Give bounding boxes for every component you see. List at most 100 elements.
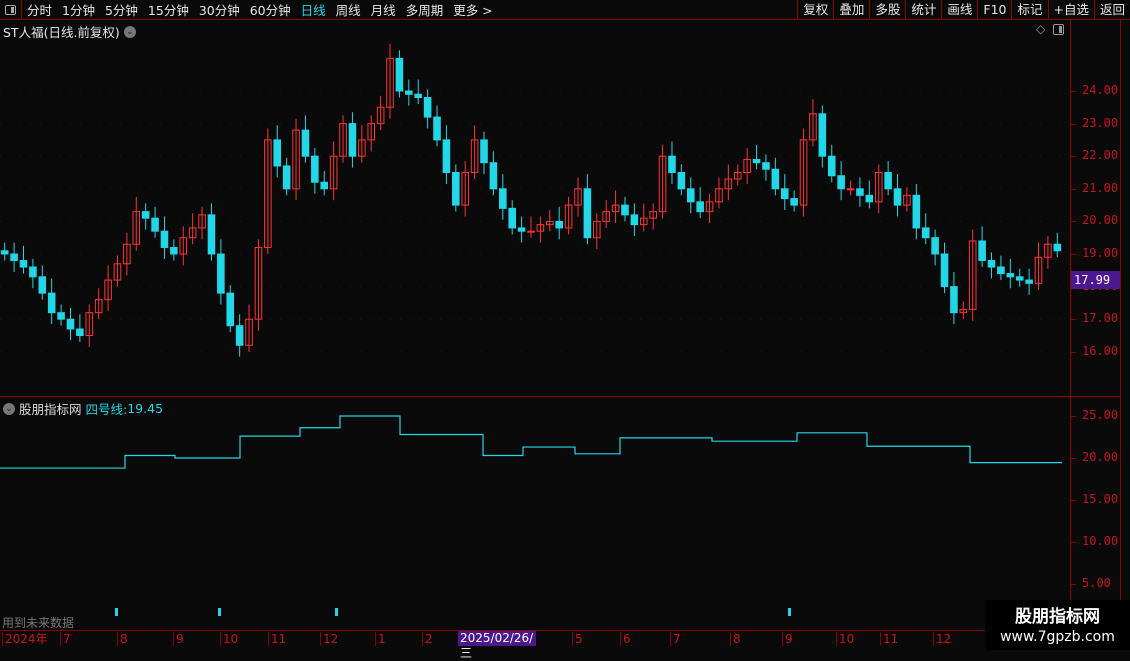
- candle: [790, 198, 798, 206]
- indicator-line: [0, 415, 1062, 469]
- future-data-note: 用到未来数据: [2, 616, 75, 630]
- candle: [442, 139, 451, 173]
- watermark-name: 股朋指标网: [1015, 607, 1100, 627]
- candle: [827, 155, 836, 177]
- candle: [752, 158, 761, 164]
- indicator-name: 股朋指标网: [19, 402, 82, 417]
- candle: [780, 188, 789, 200]
- candle: [884, 172, 892, 190]
- candle: [38, 276, 47, 294]
- candle: [57, 312, 65, 320]
- candle: [950, 286, 958, 314]
- candle: [320, 181, 329, 190]
- candle: [1053, 243, 1062, 252]
- candle: [527, 230, 535, 233]
- candle: [282, 165, 291, 190]
- indicator-title: ⌄ 股朋指标网 四号线: 19.45: [3, 399, 163, 418]
- candle: [1006, 273, 1015, 278]
- candle: [348, 123, 357, 157]
- candle: [301, 129, 310, 157]
- time-axis-label: 12: [320, 632, 338, 646]
- signal-marker: [788, 608, 791, 616]
- candle: [19, 260, 28, 268]
- signal-marker: [335, 608, 338, 616]
- candle: [423, 97, 432, 118]
- candle: [686, 188, 695, 203]
- candle: [555, 220, 563, 229]
- time-axis-label: 1: [375, 632, 386, 646]
- y-axis-label: 23.00: [1082, 115, 1119, 130]
- side-panel-edge: [1121, 22, 1130, 392]
- y-axis-label: 5.00: [1082, 576, 1111, 590]
- candle: [621, 204, 629, 216]
- candle: [405, 90, 413, 95]
- kline-chart: [0, 43, 1070, 616]
- candle: [668, 155, 676, 173]
- time-axis-label: 9: [173, 632, 184, 646]
- candle: [696, 201, 704, 213]
- candle: [395, 57, 404, 92]
- candle: [141, 211, 150, 219]
- time-axis-label: 7: [60, 632, 71, 646]
- candle: [1015, 276, 1024, 281]
- time-axis-label: 11: [880, 632, 898, 646]
- candle: [273, 139, 282, 167]
- indicator-line-value: 19.45: [127, 401, 164, 416]
- candle: [452, 172, 460, 206]
- candle: [762, 162, 770, 170]
- candle: [160, 230, 169, 248]
- y-axis-label: 25.00: [1082, 408, 1119, 422]
- time-axis-label: 8: [117, 632, 128, 646]
- candle: [856, 188, 864, 196]
- pane-separator[interactable]: [0, 396, 1120, 397]
- candle: [489, 162, 498, 190]
- y-axis-label: 16.00: [1082, 343, 1119, 358]
- candle: [997, 266, 1005, 275]
- candle: [207, 214, 216, 255]
- panel-divider: [1120, 20, 1121, 630]
- y-axis-label: 17.00: [1082, 311, 1119, 326]
- time-cursor-label: 2025/02/26/三: [458, 631, 536, 660]
- time-axis-label: 8: [730, 632, 741, 646]
- candle: [0, 250, 9, 255]
- candle: [170, 246, 178, 255]
- candle: [987, 260, 996, 268]
- y-axis-label: 22.00: [1082, 148, 1119, 163]
- time-axis-label: 12: [933, 632, 951, 646]
- time-axis-label: 10: [220, 632, 238, 646]
- time-axis-label: 10: [836, 632, 854, 646]
- candle: [517, 227, 526, 232]
- candle: [76, 328, 84, 337]
- current-price-tag: 17.99: [1071, 271, 1120, 289]
- time-axis-label: 6: [620, 632, 631, 646]
- y-axis-label: 21.00: [1082, 180, 1119, 195]
- candle: [837, 175, 845, 190]
- y-axis-line: [1070, 20, 1071, 630]
- time-axis: 2025/02/26/三 2024年 7 8 9 10 11 12 1 2 5 6 7 8 9 10 11 12: [0, 630, 985, 660]
- y-axis-label: 10.00: [1082, 534, 1119, 548]
- candle: [893, 188, 902, 206]
- time-axis-label: 7: [670, 632, 681, 646]
- candle: [29, 266, 37, 278]
- candle: [865, 194, 874, 203]
- candle: [771, 168, 780, 190]
- candle: [235, 325, 244, 346]
- candle: [414, 93, 423, 99]
- candle: [940, 253, 949, 288]
- candle: [508, 207, 516, 229]
- candle: [921, 227, 930, 239]
- indicator-line-label: 四号线:: [85, 402, 128, 417]
- candle: [978, 240, 986, 262]
- candle: [433, 116, 441, 141]
- toolbar-button[interactable]: 返回: [1093, 0, 1130, 20]
- time-axis-label: 2024年: [2, 632, 48, 646]
- chevron-down-icon[interactable]: ⌄: [3, 402, 15, 415]
- candle: [583, 188, 592, 239]
- candle: [630, 214, 639, 226]
- time-axis-label: 11: [268, 632, 286, 646]
- y-axis-label: 24.00: [1082, 83, 1119, 97]
- candle: [66, 318, 75, 330]
- signal-marker: [115, 608, 118, 616]
- candle: [846, 188, 855, 191]
- y-axis-label: 20.00: [1082, 450, 1119, 464]
